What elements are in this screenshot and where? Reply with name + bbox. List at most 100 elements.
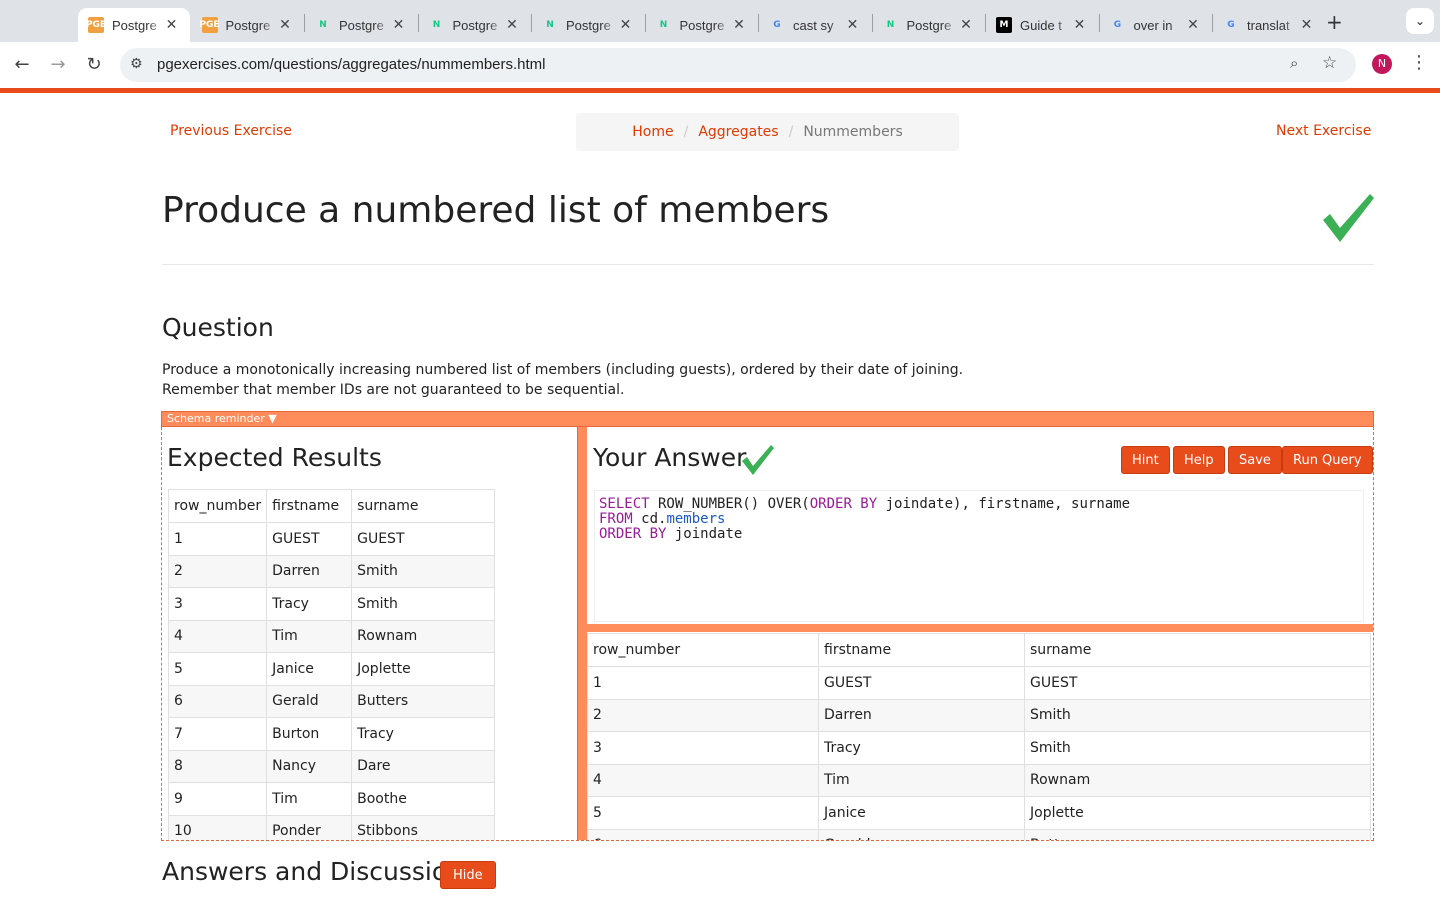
close-tab-icon[interactable]: ✕ xyxy=(731,17,747,33)
previous-exercise-link[interactable]: Previous Exercise xyxy=(170,123,292,139)
reload-button[interactable]: ↻ xyxy=(81,52,107,78)
sql-keyword: ORDER BY xyxy=(809,496,878,512)
hint-button[interactable]: Hint xyxy=(1121,446,1170,474)
table-cell: Smith xyxy=(1024,698,1371,732)
close-tab-icon[interactable]: ✕ xyxy=(618,17,634,33)
table-cell: Tracy xyxy=(351,717,496,751)
table-row: 9 Tim Boothe xyxy=(167,782,496,816)
close-tab-icon[interactable]: ✕ xyxy=(958,17,974,33)
tab-title: translat xyxy=(1247,17,1290,33)
browser-menu-icon[interactable]: ⋮ xyxy=(1410,52,1428,73)
neon-favicon-icon: N xyxy=(432,20,441,30)
zoom-icon[interactable]: ⌕ xyxy=(1290,54,1298,72)
close-tab-icon[interactable]: ✕ xyxy=(1299,17,1315,33)
table-cell: GUEST xyxy=(266,522,353,556)
tab-title: Postgre xyxy=(112,17,157,33)
browser-tab[interactable]: PGE Postgre ✕ xyxy=(78,8,190,42)
tab-title: Guide t xyxy=(1020,17,1062,33)
sql-text: cd. xyxy=(632,511,667,527)
close-tab-icon[interactable]: ✕ xyxy=(277,17,293,33)
breadcrumb-separator: / xyxy=(683,124,689,140)
tab-separator xyxy=(985,14,986,32)
google-favicon-icon: G xyxy=(1227,20,1235,30)
table-cell: GUEST xyxy=(1024,666,1371,700)
table-cell: Rownam xyxy=(1024,763,1371,797)
column-header: firstname xyxy=(818,633,1025,667)
table-cell: 5 xyxy=(587,796,819,830)
browser-toolbar: ← → ↻ ⚙ pgexercises.com/questions/aggreg… xyxy=(0,42,1440,88)
close-tab-icon[interactable]: ✕ xyxy=(391,17,407,33)
table-cell: 1 xyxy=(167,522,268,556)
horizontal-splitter[interactable] xyxy=(587,624,1373,632)
close-tab-icon[interactable]: ✕ xyxy=(1185,17,1201,33)
browser-tab[interactable]: N Postgre ✕ xyxy=(419,8,531,42)
sql-table-name: members xyxy=(666,511,726,527)
browser-tab[interactable]: N Postgre ✕ xyxy=(532,8,644,42)
table-cell: Stibbons xyxy=(351,814,496,840)
breadcrumb-current: Nummembers xyxy=(803,124,903,140)
close-tab-icon[interactable]: ✕ xyxy=(1072,17,1088,33)
table-cell: 8 xyxy=(167,749,268,783)
table-cell: Tracy xyxy=(266,587,353,621)
table-cell: Burton xyxy=(266,717,353,751)
sql-keyword: ORDER BY xyxy=(599,526,667,542)
tab-title: cast sy xyxy=(793,17,834,33)
browser-tab[interactable]: N Postgre ✕ xyxy=(873,8,985,42)
table-cell: 3 xyxy=(587,731,819,765)
table-cell: Nancy xyxy=(266,749,353,783)
browser-tab[interactable]: PGE Postgre ✕ xyxy=(192,8,304,42)
breadcrumb-home[interactable]: Home xyxy=(632,124,673,140)
browser-tab[interactable]: M Guide t ✕ xyxy=(986,8,1098,42)
sql-keyword: SELECT xyxy=(599,496,650,512)
tab-separator xyxy=(758,14,759,32)
question-text: Produce a monotonically increasing numbe… xyxy=(162,360,963,400)
table-row: 1 GUEST GUEST xyxy=(167,522,496,556)
browser-tab[interactable]: N Postgre ✕ xyxy=(305,8,417,42)
browser-tab[interactable]: Gtranslat ✕ xyxy=(1213,8,1325,42)
question-line-2: Remember that member IDs are not guarant… xyxy=(162,382,625,398)
exercise-workarea: Expected Results row_number firstname surn… xyxy=(161,427,1374,841)
table-cell: Boothe xyxy=(351,782,496,816)
browser-tab[interactable]: Gcast sy ✕ xyxy=(759,8,871,42)
tab-search-button[interactable]: ⌄ xyxy=(1406,8,1434,34)
url-text[interactable]: pgexercises.com/questions/aggregates/num… xyxy=(157,56,546,73)
question-line-1: Produce a monotonically increasing numbe… xyxy=(162,362,964,378)
question-heading: Question xyxy=(162,313,274,342)
bookmark-star-icon[interactable]: ☆ xyxy=(1322,53,1337,73)
close-tab-icon[interactable]: ✕ xyxy=(504,17,520,33)
table-cell: Janice xyxy=(818,796,1025,830)
tab-separator xyxy=(1098,14,1100,32)
forward-button[interactable]: → xyxy=(45,52,71,78)
back-button[interactable]: ← xyxy=(9,52,35,78)
table-cell: Tim xyxy=(266,619,353,653)
table-row: 3 Tracy Smith xyxy=(167,587,496,621)
completed-check-icon xyxy=(1323,194,1374,242)
pgexercises-favicon-icon: PGE xyxy=(86,17,106,33)
vertical-splitter[interactable] xyxy=(577,427,587,840)
next-exercise-link[interactable]: Next Exercise xyxy=(1276,123,1371,139)
sql-editor[interactable]: SELECT ROW_NUMBER() OVER(ORDER BY joinda… xyxy=(594,490,1364,622)
table-cell: 5 xyxy=(167,652,268,686)
tab-title: Postgre xyxy=(566,17,611,33)
close-tab-icon[interactable]: ✕ xyxy=(845,17,861,33)
browser-tab[interactable]: Gover in ✕ xyxy=(1100,8,1212,42)
help-button[interactable]: Help xyxy=(1173,446,1225,474)
table-cell: Butters xyxy=(351,684,496,718)
browser-tab[interactable]: N Postgre ✕ xyxy=(646,8,758,42)
breadcrumb-aggregates[interactable]: Aggregates xyxy=(698,124,778,140)
tab-separator xyxy=(417,14,419,32)
run-query-button[interactable]: Run Query xyxy=(1282,446,1373,474)
hide-answers-button[interactable]: Hide xyxy=(440,861,496,889)
pgexercises-favicon-icon: PGE xyxy=(199,17,220,33)
new-tab-button[interactable]: + xyxy=(1326,10,1343,34)
site-settings-icon[interactable]: ⚙ xyxy=(130,56,143,72)
breadcrumb: Home / Aggregates / Nummembers xyxy=(576,113,959,151)
schema-reminder-toggle[interactable]: Schema reminder ▼ xyxy=(161,411,1374,427)
google-favicon-icon: G xyxy=(773,20,781,30)
profile-avatar[interactable]: N xyxy=(1372,54,1392,74)
table-row: 4 Tim Rownam xyxy=(167,619,496,653)
address-bar[interactable]: ⚙ pgexercises.com/questions/aggregates/n… xyxy=(120,48,1356,82)
close-tab-icon[interactable]: ✕ xyxy=(164,17,180,33)
table-cell: 9 xyxy=(167,782,268,816)
save-button[interactable]: Save xyxy=(1228,446,1282,474)
